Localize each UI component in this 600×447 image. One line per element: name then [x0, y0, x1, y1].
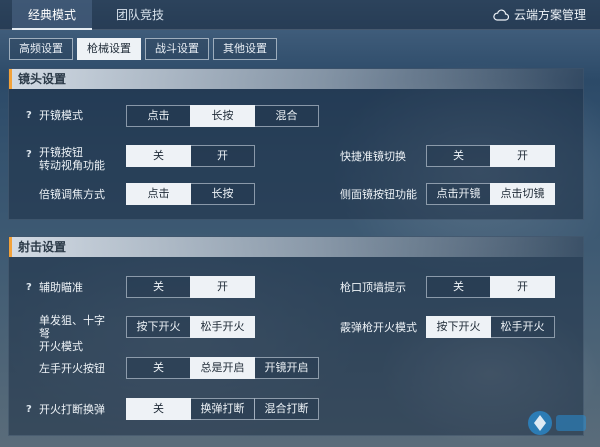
watermark-logo-icon	[528, 411, 586, 435]
scope-mode-selector: 点击 长按 混合	[126, 105, 319, 127]
tab-team-battle[interactable]: 团队竞技	[100, 0, 180, 30]
shotgun-fire-press[interactable]: 按下开火	[426, 316, 491, 338]
single-fire-press[interactable]: 按下开火	[126, 316, 191, 338]
fire-interrupt-reload-label: 开火打断换弹	[39, 403, 105, 416]
left-fire-button-label: 左手开火按钮	[39, 362, 105, 375]
muzzle-wall-hint-on[interactable]: 开	[490, 276, 555, 298]
scope-mode-tap[interactable]: 点击	[126, 105, 191, 127]
help-icon[interactable]: ?	[26, 149, 32, 160]
cloud-plan-manage-label: 云端方案管理	[513, 8, 586, 22]
side-scope-tap-open[interactable]: 点击开镜	[426, 183, 491, 205]
zoom-mode-hold[interactable]: 长按	[190, 183, 255, 205]
help-icon[interactable]: ?	[26, 282, 32, 293]
muzzle-wall-hint-label: 枪口顶墙提示	[340, 281, 406, 294]
muzzle-wall-hint-off[interactable]: 关	[426, 276, 491, 298]
section-title: 镜头设置	[18, 72, 67, 86]
quick-scope-switch-toggle: 关 开	[426, 145, 555, 167]
zoom-mode-label: 倍镜调焦方式	[39, 188, 105, 201]
section-accent-bar	[9, 69, 12, 89]
cloud-plan-manage-button[interactable]: 云端方案管理	[493, 0, 586, 30]
single-fire-mode-selector: 按下开火 松手开火	[126, 316, 255, 338]
single-fire-mode-label-2: 弩	[39, 327, 50, 340]
help-icon[interactable]: ?	[26, 110, 32, 121]
scope-mode-mixed[interactable]: 混合	[254, 105, 319, 127]
side-scope-tap-switch[interactable]: 点击切镜	[490, 183, 555, 205]
section-header: 镜头设置	[9, 69, 583, 89]
left-fire-button-selector: 关 总是开启 开镜开启	[126, 357, 319, 379]
left-fire-off[interactable]: 关	[126, 357, 191, 379]
side-scope-button-label: 侧面镜按钮功能	[340, 188, 417, 201]
quick-scope-switch-off[interactable]: 关	[426, 145, 491, 167]
scope-button-view-off[interactable]: 关	[126, 145, 191, 167]
subtab-combat[interactable]: 战斗设置	[145, 38, 209, 60]
section-accent-bar	[9, 237, 12, 257]
side-scope-button-selector: 点击开镜 点击切镜	[426, 183, 555, 205]
aim-assist-on[interactable]: 开	[190, 276, 255, 298]
subtab-weapon[interactable]: 枪械设置	[77, 38, 141, 60]
quick-scope-switch-label: 快捷准镜切换	[340, 150, 406, 163]
top-bar: 经典模式 团队竞技 云端方案管理	[0, 0, 600, 30]
scope-mode-label: 开镜模式	[39, 109, 83, 122]
scope-mode-hold[interactable]: 长按	[190, 105, 255, 127]
muzzle-wall-hint-toggle: 关 开	[426, 276, 555, 298]
left-fire-scoped[interactable]: 开镜开启	[254, 357, 319, 379]
scope-button-view-label-2: 转动视角功能	[39, 159, 105, 172]
subtab-high-frequency[interactable]: 高频设置	[9, 38, 73, 60]
section-title: 射击设置	[18, 240, 67, 254]
single-fire-release[interactable]: 松手开火	[190, 316, 255, 338]
zoom-mode-tap[interactable]: 点击	[126, 183, 191, 205]
subtab-other[interactable]: 其他设置	[213, 38, 277, 60]
aim-assist-off[interactable]: 关	[126, 276, 191, 298]
fire-interrupt-off[interactable]: 关	[126, 398, 191, 420]
shotgun-fire-release[interactable]: 松手开火	[490, 316, 555, 338]
scope-button-view-label: 开镜按钮	[39, 146, 83, 159]
aim-assist-toggle: 关 开	[126, 276, 255, 298]
single-fire-mode-label: 单发狙、十字	[39, 314, 105, 327]
shotgun-fire-mode-selector: 按下开火 松手开火	[426, 316, 555, 338]
fire-interrupt-reload-selector: 关 换弹打断 混合打断	[126, 398, 319, 420]
section-header: 射击设置	[9, 237, 583, 257]
tab-classic-mode[interactable]: 经典模式	[12, 0, 92, 30]
fire-interrupt-reload[interactable]: 换弹打断	[190, 398, 255, 420]
single-fire-mode-label-3: 开火模式	[39, 340, 83, 353]
shoot-settings-section: 射击设置 ? 辅助瞄准 关 开 枪口顶墙提示 关 开 单发狙、十字 弩 开火模式…	[8, 236, 584, 436]
scope-settings-section: 镜头设置 ? 开镜模式 点击 长按 混合 ? 开镜按钮 转动视角功能 关 开 快…	[8, 68, 584, 220]
zoom-mode-selector: 点击 长按	[126, 183, 255, 205]
left-fire-always[interactable]: 总是开启	[190, 357, 255, 379]
quick-scope-switch-on[interactable]: 开	[490, 145, 555, 167]
cloud-icon	[493, 9, 509, 21]
scope-button-view-toggle: 关 开	[126, 145, 255, 167]
help-icon[interactable]: ?	[26, 404, 32, 415]
fire-interrupt-mixed[interactable]: 混合打断	[254, 398, 319, 420]
shotgun-fire-mode-label: 霰弹枪开火模式	[340, 321, 417, 334]
aim-assist-label: 辅助瞄准	[39, 281, 83, 294]
scope-button-view-on[interactable]: 开	[190, 145, 255, 167]
